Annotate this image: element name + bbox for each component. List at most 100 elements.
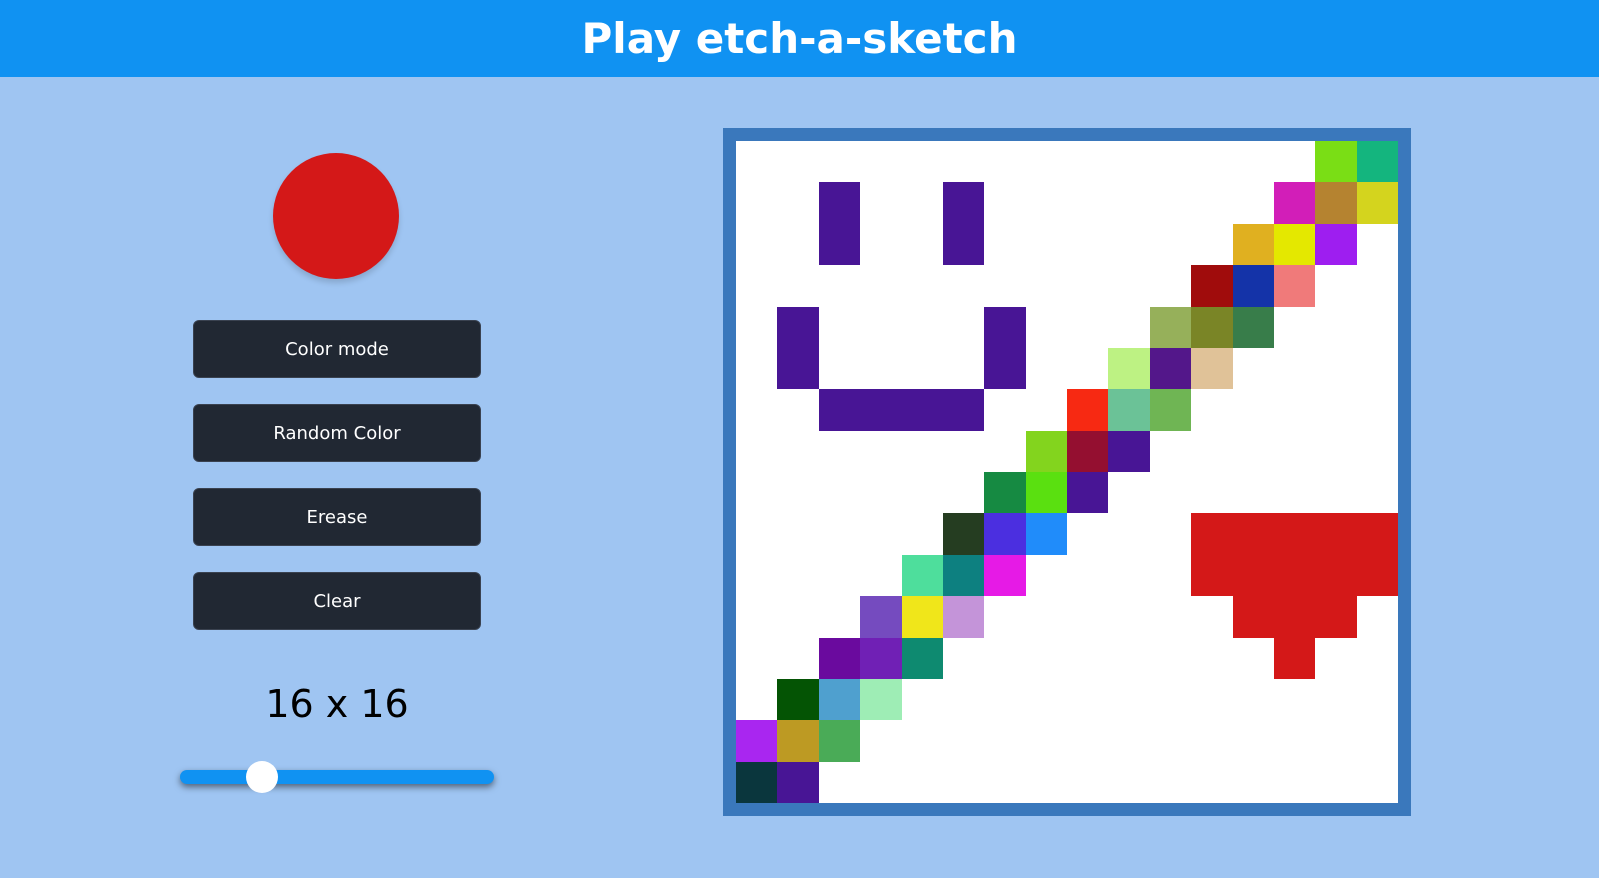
grid-cell[interactable] xyxy=(1315,182,1357,224)
grid-cell[interactable] xyxy=(1067,720,1108,761)
grid-cell[interactable] xyxy=(777,141,818,182)
grid-cell[interactable] xyxy=(1357,762,1398,803)
grid-cell[interactable] xyxy=(819,431,860,472)
grid-cell[interactable] xyxy=(1026,596,1067,637)
grid-cell[interactable] xyxy=(1108,679,1149,720)
grid-cell[interactable] xyxy=(1233,762,1274,803)
grid-cell[interactable] xyxy=(1357,596,1398,637)
grid-cell[interactable] xyxy=(818,182,861,224)
grid-cell[interactable] xyxy=(1108,472,1149,513)
grid-cell[interactable] xyxy=(736,596,777,637)
grid-cell[interactable] xyxy=(736,431,777,472)
grid-cell[interactable] xyxy=(736,720,778,762)
grid-cell[interactable] xyxy=(777,265,818,306)
grid-cell[interactable] xyxy=(1191,513,1233,555)
grid-cell[interactable] xyxy=(1108,638,1149,679)
grid-cell[interactable] xyxy=(1233,638,1274,679)
grid-cell[interactable] xyxy=(1150,596,1191,637)
grid-cell[interactable] xyxy=(1315,596,1357,638)
grid-cell[interactable] xyxy=(1315,223,1357,266)
grid-cell[interactable] xyxy=(1315,307,1356,348)
grid-cell[interactable] xyxy=(736,638,777,679)
grid-cell[interactable] xyxy=(1026,141,1067,182)
grid-cell[interactable] xyxy=(1108,347,1150,390)
grid-cell[interactable] xyxy=(736,307,777,348)
grid-cell[interactable] xyxy=(777,182,818,223)
grid-cell[interactable] xyxy=(1315,720,1356,761)
grid-cell[interactable] xyxy=(943,762,984,803)
grid-cell[interactable] xyxy=(984,554,1026,597)
grid-cell[interactable] xyxy=(736,389,777,430)
grid-cell[interactable] xyxy=(1150,679,1191,720)
grid-cell[interactable] xyxy=(736,513,777,554)
grid-cell[interactable] xyxy=(1356,554,1398,597)
grid-cell[interactable] xyxy=(777,720,819,762)
grid-cell[interactable] xyxy=(1273,596,1316,638)
grid-cell[interactable] xyxy=(819,513,860,554)
grid-cell[interactable] xyxy=(901,596,943,638)
grid-cell[interactable] xyxy=(860,265,901,306)
grid-cell[interactable] xyxy=(819,555,860,596)
grid-cell[interactable] xyxy=(860,348,901,389)
grid-cell[interactable] xyxy=(984,720,1025,761)
grid-cell[interactable] xyxy=(777,678,819,721)
grid-cell[interactable] xyxy=(1026,638,1067,679)
grid-cell[interactable] xyxy=(943,472,984,513)
grid-cell[interactable] xyxy=(860,555,901,596)
grid-cell[interactable] xyxy=(777,596,818,637)
grid-cell[interactable] xyxy=(1026,389,1067,430)
grid-cell[interactable] xyxy=(777,638,818,679)
grid-cell[interactable] xyxy=(736,141,777,182)
grid-cell[interactable] xyxy=(1357,472,1398,513)
grid-cell[interactable] xyxy=(860,596,902,638)
grid-cell[interactable] xyxy=(1191,472,1232,513)
grid-cell[interactable] xyxy=(818,678,861,721)
grid-cell[interactable] xyxy=(860,762,901,803)
grid-cell[interactable] xyxy=(1274,762,1315,803)
grid-cell[interactable] xyxy=(1025,430,1067,472)
grid-cell[interactable] xyxy=(984,306,1026,348)
grid-cell[interactable] xyxy=(819,596,860,637)
grid-cell[interactable] xyxy=(1191,720,1232,761)
grid-cell[interactable] xyxy=(984,265,1025,306)
grid-cell[interactable] xyxy=(860,678,902,721)
grid-cell[interactable] xyxy=(942,223,985,266)
grid-cell[interactable] xyxy=(1026,679,1067,720)
grid-cell[interactable] xyxy=(1150,638,1191,679)
grid-cell[interactable] xyxy=(1026,348,1067,389)
grid-cell[interactable] xyxy=(984,389,1025,430)
grid-cell[interactable] xyxy=(942,554,985,597)
grid-cell[interactable] xyxy=(1315,265,1356,306)
grid-cell[interactable] xyxy=(777,347,819,390)
grid-cell[interactable] xyxy=(1026,307,1067,348)
grid-cell[interactable] xyxy=(902,513,943,554)
erase-button[interactable]: Erease xyxy=(193,488,481,546)
color-mode-button[interactable]: Color mode xyxy=(193,320,481,378)
grid-cell[interactable] xyxy=(1274,141,1315,182)
grid-cell[interactable] xyxy=(736,182,777,223)
grid-cell[interactable] xyxy=(1191,679,1232,720)
grid-cell[interactable] xyxy=(984,596,1025,637)
grid-cell[interactable] xyxy=(1233,720,1274,761)
grid-cell[interactable] xyxy=(777,761,819,803)
grid-cell[interactable] xyxy=(1150,513,1191,554)
grid-cell[interactable] xyxy=(902,265,943,306)
grid-cell[interactable] xyxy=(984,347,1026,390)
grid-cell[interactable] xyxy=(1067,472,1109,514)
grid-cell[interactable] xyxy=(984,472,1026,514)
grid-cell[interactable] xyxy=(1356,141,1398,183)
grid-cell[interactable] xyxy=(984,224,1025,265)
grid-cell[interactable] xyxy=(860,224,901,265)
grid-cell[interactable] xyxy=(1150,720,1191,761)
grid-cell[interactable] xyxy=(1150,762,1191,803)
grid-cell[interactable] xyxy=(902,431,943,472)
grid-cell[interactable] xyxy=(943,679,984,720)
grid-cell[interactable] xyxy=(1108,720,1149,761)
grid-cell[interactable] xyxy=(1108,265,1149,306)
grid-cell[interactable] xyxy=(1357,431,1398,472)
grid-cell[interactable] xyxy=(984,513,1026,555)
grid-cell[interactable] xyxy=(1108,430,1150,472)
grid-cell[interactable] xyxy=(736,555,777,596)
grid-cell[interactable] xyxy=(1026,224,1067,265)
grid-cell[interactable] xyxy=(1108,555,1149,596)
